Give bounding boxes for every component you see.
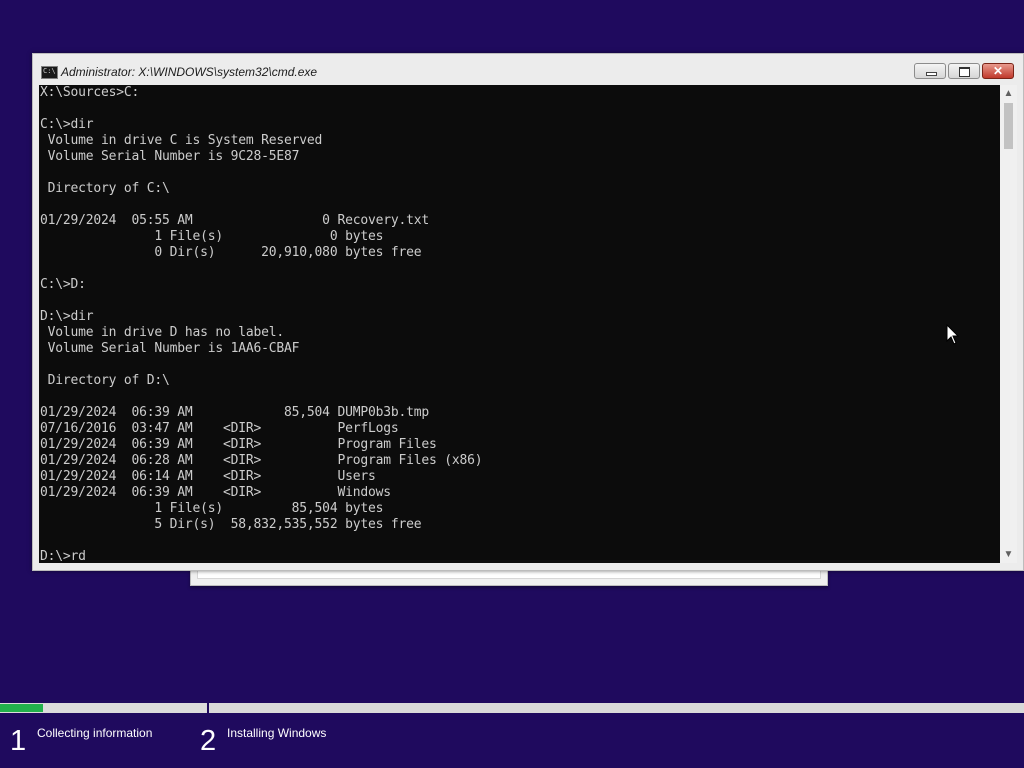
step-number: 1 bbox=[10, 725, 27, 757]
step-number: 2 bbox=[200, 725, 217, 757]
window-title: Administrator: X:\WINDOWS\system32\cmd.e… bbox=[61, 65, 318, 79]
step-label: Collecting information bbox=[37, 726, 153, 740]
setup-progress-bar bbox=[0, 703, 1024, 713]
title-bar[interactable]: C:\ Administrator: X:\WINDOWS\system32\c… bbox=[33, 54, 1023, 85]
cmd-icon[interactable]: C:\ bbox=[41, 66, 58, 79]
progress-segment-collecting bbox=[0, 703, 206, 713]
vertical-scrollbar[interactable]: ▲ ▼ bbox=[1000, 85, 1017, 563]
close-button[interactable]: ✕ bbox=[982, 63, 1014, 79]
close-icon: ✕ bbox=[992, 64, 1004, 78]
step-label: Installing Windows bbox=[227, 726, 327, 740]
scroll-thumb[interactable] bbox=[1004, 103, 1013, 149]
maximize-button[interactable] bbox=[948, 63, 980, 79]
maximize-icon bbox=[949, 64, 979, 78]
console-output[interactable]: X:\Sources>C: C:\>dir Volume in drive C … bbox=[39, 85, 1000, 563]
progress-divider bbox=[207, 703, 209, 713]
minimize-icon bbox=[915, 64, 945, 78]
minimize-button[interactable] bbox=[914, 63, 946, 79]
progress-fill bbox=[0, 704, 44, 712]
scroll-up-icon[interactable]: ▲ bbox=[1000, 85, 1017, 102]
scroll-down-icon[interactable]: ▼ bbox=[1000, 546, 1017, 563]
cmd-icon-text: C:\ bbox=[43, 67, 56, 75]
console-text: X:\Sources>C: C:\>dir Volume in drive C … bbox=[40, 85, 483, 563]
cmd-window[interactable]: C:\ Administrator: X:\WINDOWS\system32\c… bbox=[32, 53, 1024, 571]
